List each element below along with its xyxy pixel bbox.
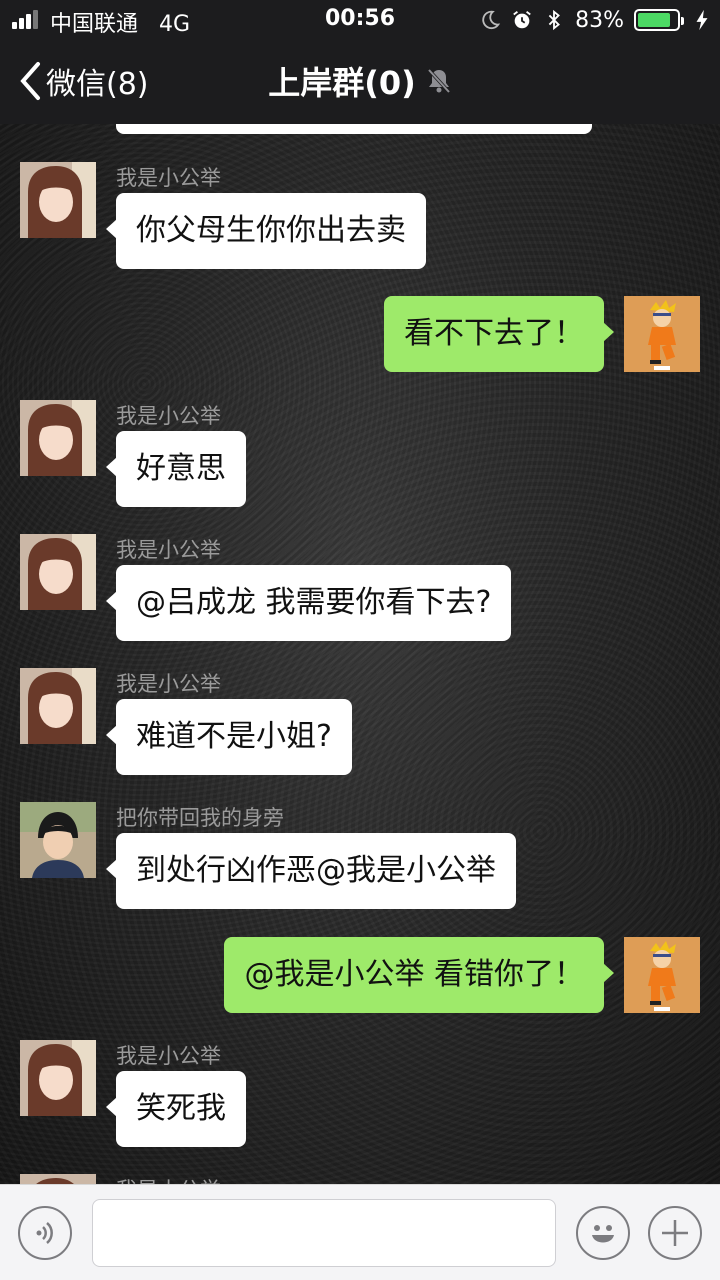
avatar[interactable] [624,937,700,1013]
avatar[interactable] [20,668,96,744]
sender-name: 我是小公举 [116,538,221,562]
girl-avatar-icon [20,1174,96,1184]
girl-avatar-icon [20,534,96,610]
avatar[interactable] [20,400,96,476]
voice-button[interactable] [18,1206,72,1260]
girl-avatar-icon [20,162,96,238]
message-bubble[interactable]: 好意思 [106,431,246,507]
avatar[interactable] [20,1040,96,1116]
battery-percent: 83% [575,7,624,33]
sender-name: 把你带回我的身旁 [116,806,284,830]
message-bubble[interactable]: 看不下去了！ [384,296,614,372]
avatar[interactable] [20,1174,96,1184]
emoji-icon [592,1225,614,1243]
naruto-avatar-icon [624,937,700,1013]
boy-avatar-icon [20,802,96,878]
girl-avatar-icon [20,1040,96,1116]
alarm-icon [513,11,531,29]
nav-bar: 微信(8) 上岸群(0) [0,40,720,124]
status-right-group: 83% [479,6,710,34]
emoji-button[interactable] [576,1206,630,1260]
avatar[interactable] [20,534,96,610]
sender-name: 我是小公举 [116,166,221,190]
naruto-avatar-icon [624,296,700,372]
status-bar: 中国联通 4G 00:56 83% [0,0,720,40]
bluetooth-icon [548,9,561,31]
message-bubble[interactable]: 笑死我 [106,1071,246,1147]
message-bubble[interactable]: 难道不是小姐? [106,699,352,775]
sender-name: 我是小公举 [116,404,221,428]
chat-area[interactable]: 我是小公举 你父母生你你出去卖 看不下去了！ 我是小公举 好意思 我是小公举 @… [0,124,720,1184]
voice-icon [36,1222,53,1244]
sender-name: 我是小公举 [116,672,221,696]
battery-level-fill [638,13,670,27]
avatar[interactable] [20,802,96,878]
avatar[interactable] [624,296,700,372]
girl-avatar-icon [20,668,96,744]
charging-icon [696,9,708,31]
message-bubble[interactable]: @吕成龙 我需要你看下去? [105,565,512,641]
moon-icon [482,10,501,30]
girl-avatar-icon [20,400,96,476]
chat-title-group[interactable]: 上岸群(0) [0,58,720,104]
header: 中国联通 4G 00:56 83% 微信(8) 上岸群(0) [0,0,720,124]
message-bubble[interactable]: 到处行凶作恶@我是小公举 [106,833,516,909]
chat-title: 上岸群(0) [268,64,416,102]
message-bubble[interactable]: @我是小公举 看错你了！ [224,937,614,1013]
sender-name: 我是小公举 [116,1044,221,1068]
cut-off-bubble [116,124,592,134]
sender-name: 我是小公举 [116,1174,221,1184]
bell-muted-icon [427,68,451,94]
message-input[interactable] [92,1199,556,1267]
battery-icon [634,9,684,31]
plus-icon [662,1220,688,1246]
more-button[interactable] [648,1206,702,1260]
avatar[interactable] [20,162,96,238]
message-bubble[interactable]: 你父母生你你出去卖 [106,193,426,269]
input-bar [0,1184,720,1280]
